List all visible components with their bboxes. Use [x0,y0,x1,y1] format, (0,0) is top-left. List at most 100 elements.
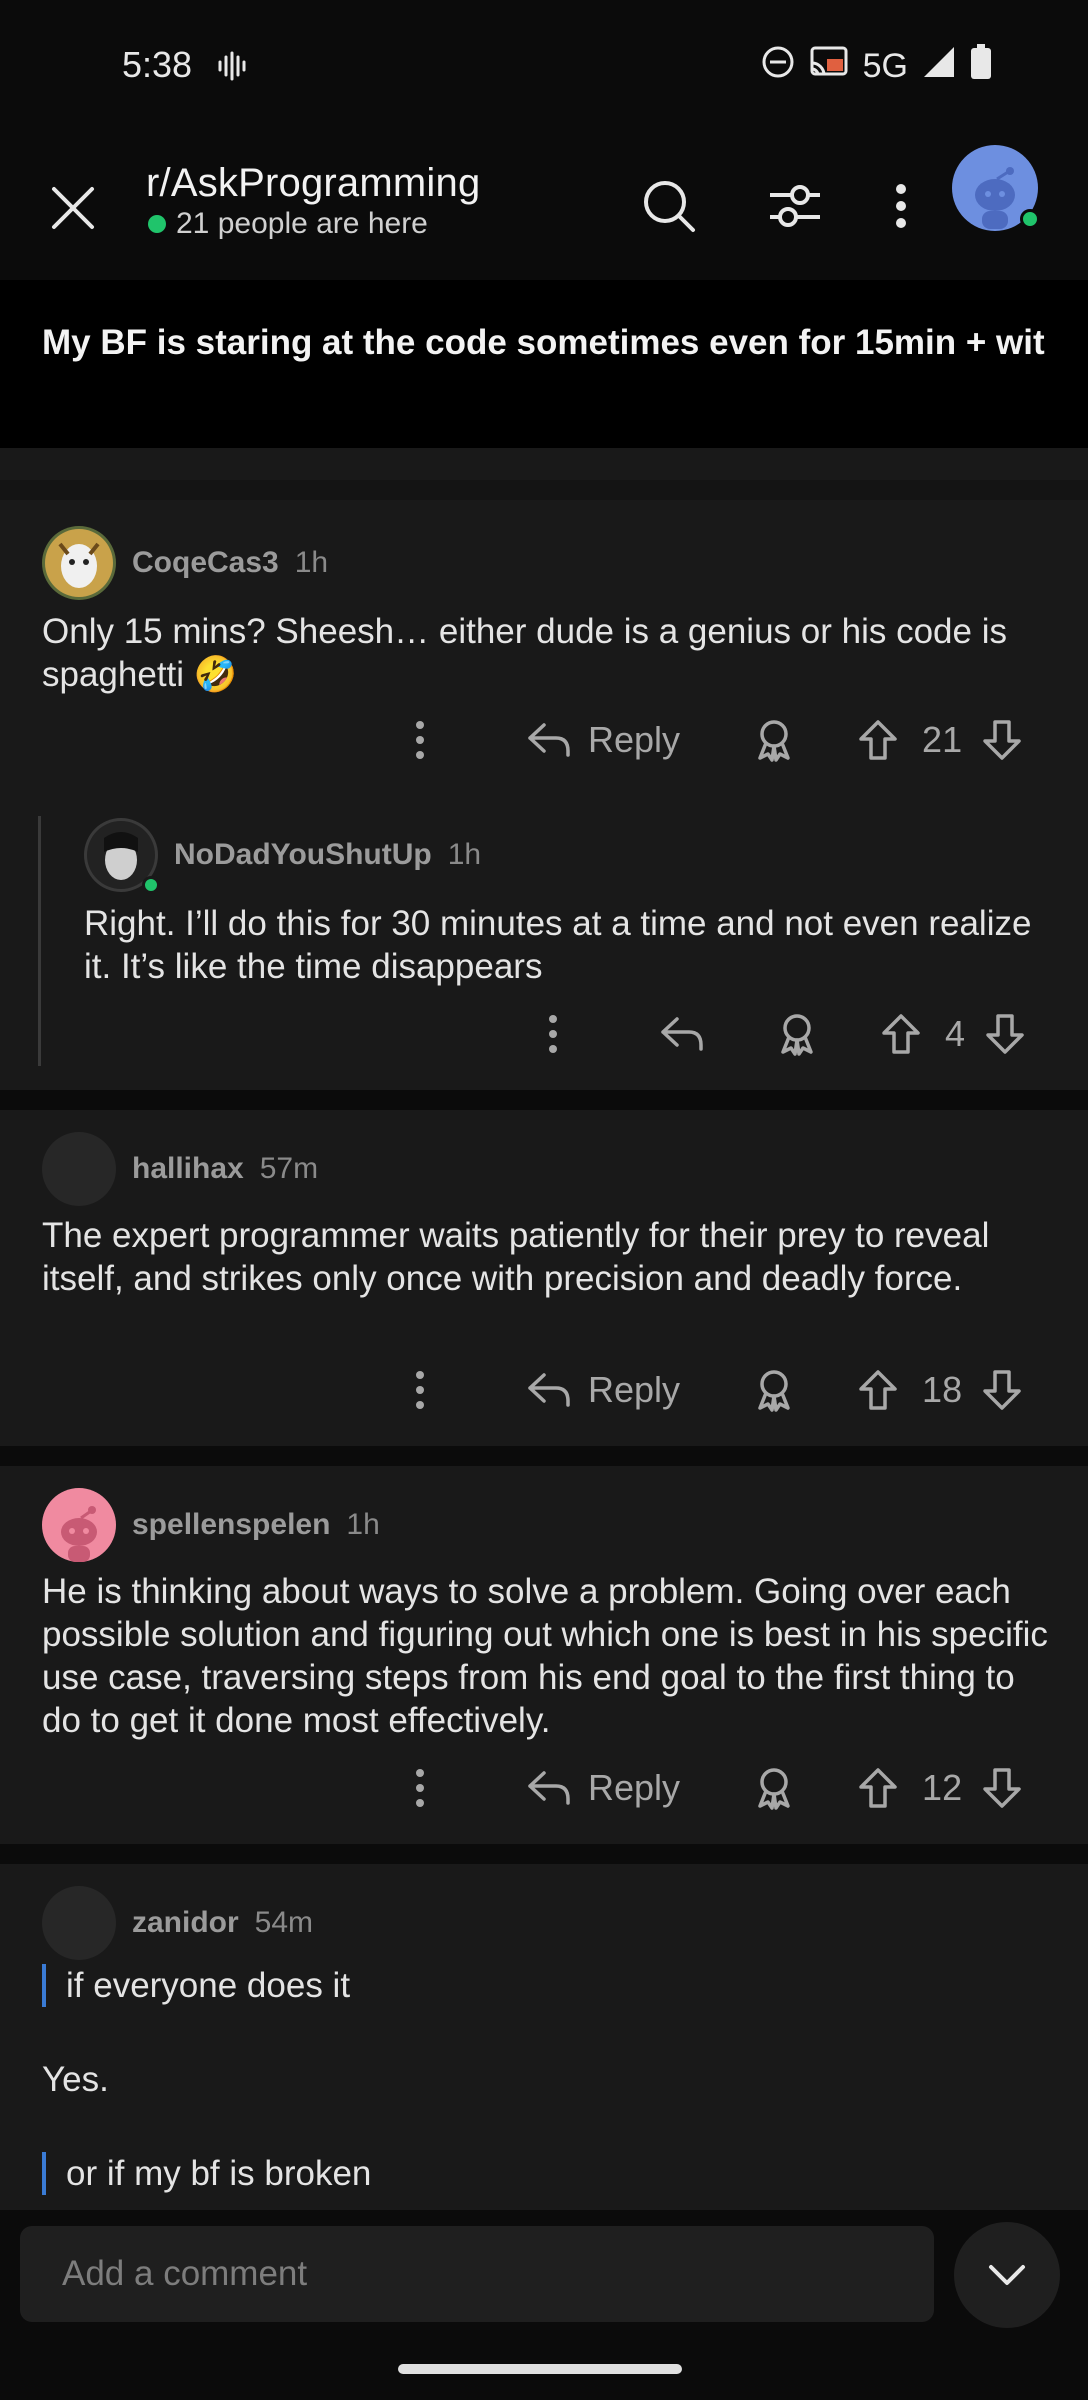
upvote-button[interactable] [858,1369,898,1411]
upvote-button[interactable] [881,1013,921,1055]
downvote-arrow-icon [983,1768,1021,1808]
vibrate-icon [216,50,248,87]
downvote-arrow-icon [986,1014,1024,1054]
comment-header: hallihax 57m [42,1132,318,1206]
downvote-arrow-icon [983,720,1021,760]
online-indicator [148,215,166,233]
downvote-button[interactable] [982,1767,1022,1809]
avatar[interactable] [84,818,160,894]
comment-actions: Reply 18 [400,1350,1022,1430]
post-title-banner[interactable]: My BF is staring at the code sometimes e… [0,280,1088,448]
next-comment-button[interactable] [954,2222,1060,2328]
award-icon [781,1014,813,1056]
network-label: 5G [862,47,908,85]
reply-button[interactable]: Reply [526,1369,680,1411]
user-avatar[interactable] [952,145,1040,231]
award-button[interactable] [752,718,796,762]
vote-score: 12 [922,1767,963,1808]
close-button[interactable] [40,175,106,241]
comment-username[interactable]: zanidor [132,1906,239,1940]
goat-avatar-icon [45,529,113,597]
comment-more-button[interactable] [400,1768,440,1808]
comment-feed: CoqeCas3 1h Only 15 mins? Sheesh… either… [0,448,1088,2264]
award-icon [758,720,790,762]
online-count: 21 people are here [148,207,428,241]
downvote-button[interactable] [985,1013,1025,1055]
more-vertical-icon [549,1015,557,1053]
vote-score: 4 [945,1013,966,1054]
chevron-down-icon [989,2265,1025,2285]
thread-line[interactable] [38,816,41,1066]
award-button[interactable] [752,1368,796,1412]
reply-label: Reply [588,719,681,760]
vote-score: 21 [922,719,963,760]
reply-button[interactable]: Reply [526,1767,680,1809]
avatar[interactable] [42,526,116,600]
comment-actions: Reply 21 [400,700,1022,780]
comment: hallihax 57m The expert programmer waits… [0,1110,1088,1446]
upvote-button[interactable] [858,719,898,761]
comment-more-button[interactable] [533,1014,573,1054]
more-vertical-icon [416,1769,424,1807]
award-button[interactable] [775,1012,819,1056]
comment-username[interactable]: spellenspelen [132,1508,330,1542]
reply-label: Reply [588,1369,681,1410]
reply-button[interactable] [659,1015,703,1053]
search-icon [644,181,695,232]
comment-thread: CoqeCas3 1h Only 15 mins? Sheesh… either… [0,500,1088,1090]
more-vertical-icon [416,721,424,759]
avatar[interactable] [42,1132,116,1206]
comment-username[interactable]: hallihax [132,1152,244,1186]
downvote-arrow-icon [983,1370,1021,1410]
subreddit-header: r/AskProgramming 21 people are here [0,135,1088,280]
reply-arrow-icon [661,1017,703,1051]
quote-block: or if my bf is broken [42,2152,371,2195]
quote-block: if everyone does it [42,1964,350,2007]
comment-username[interactable]: CoqeCas3 [132,546,279,580]
home-indicator[interactable] [398,2364,682,2374]
upvote-arrow-icon [859,1370,897,1410]
upvote-button[interactable] [858,1767,898,1809]
close-icon [52,187,94,229]
downvote-button[interactable] [982,1369,1022,1411]
sort-filter-button[interactable] [762,173,828,239]
snoo-avatar-icon [61,1506,97,1562]
filter-icon [770,185,820,227]
cast-icon [809,45,849,88]
reply-arrow-icon [528,723,570,757]
comment: spellenspelen 1h He is thinking about wa… [0,1466,1088,1844]
comment-header: zanidor 54m [42,1886,313,1960]
comment-body: Yes. [42,2060,109,2099]
reply-header: NoDadYouShutUp 1h [84,818,482,894]
status-time: 5:38 [122,44,193,85]
comment-separator [0,1090,1088,1110]
previous-comment-edge [0,448,1088,500]
subreddit-name[interactable]: r/AskProgramming [146,161,480,206]
more-options-button[interactable] [868,173,934,239]
downvote-button[interactable] [982,719,1022,761]
award-button[interactable] [752,1766,796,1810]
reply-arrow-icon [528,1771,570,1805]
upvote-arrow-icon [859,1768,897,1808]
comment-more-button[interactable] [400,1370,440,1410]
reply-arrow-icon [528,1373,570,1407]
avatar-online-indicator [1020,209,1040,229]
signal-icon [922,45,956,88]
comment-composer-bar: Add a comment [0,2210,1088,2400]
award-icon [758,1370,790,1412]
search-button[interactable] [636,173,702,239]
award-icon [758,1768,790,1810]
comment-username[interactable]: NoDadYouShutUp [174,838,432,872]
avatar[interactable] [42,1886,116,1960]
reply-button[interactable]: Reply [526,719,680,761]
online-text: 21 people are here [176,207,428,240]
comment-body: The expert programmer waits patiently fo… [42,1216,990,1298]
reply-actions: 4 [533,994,1025,1074]
comment: zanidor 54m if everyone does it Yes. or … [0,1864,1088,2264]
add-comment-input[interactable]: Add a comment [20,2226,934,2322]
upvote-arrow-icon [882,1014,920,1054]
comment-time: 1h [447,838,482,871]
status-icons: 5G [761,44,992,89]
avatar[interactable] [42,1488,116,1562]
comment-more-button[interactable] [400,720,440,760]
